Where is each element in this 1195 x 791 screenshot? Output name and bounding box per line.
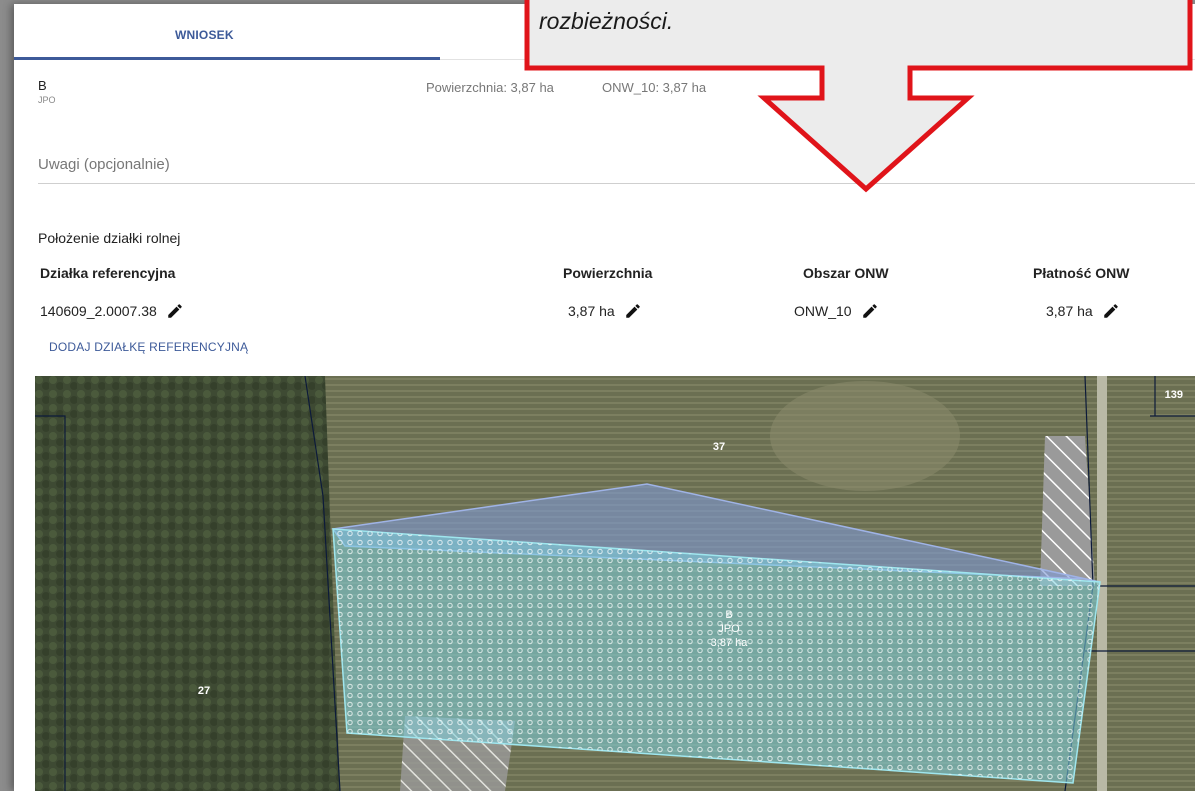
- screenshot-frame: WNIOSEK B JPO Powierzchnia: 3,87 ha ONW_…: [0, 0, 1195, 791]
- callout-text: rozbieżności.: [539, 8, 674, 34]
- callout-arrow: [524, 0, 1193, 193]
